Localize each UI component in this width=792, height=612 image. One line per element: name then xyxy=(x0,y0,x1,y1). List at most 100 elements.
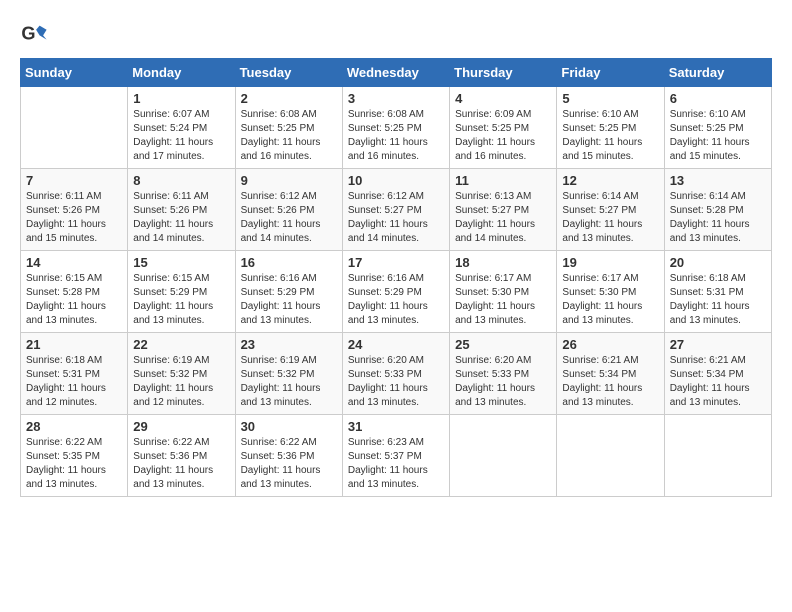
day-number: 19 xyxy=(562,255,658,270)
calendar-cell: 1 Sunrise: 6:07 AM Sunset: 5:24 PM Daylig… xyxy=(128,87,235,169)
day-info: Sunrise: 6:10 AM Sunset: 5:25 PM Dayligh… xyxy=(670,108,766,164)
day-info: Sunrise: 6:11 AM Sunset: 5:26 PM Dayligh… xyxy=(26,190,122,246)
calendar-cell: 7 Sunrise: 6:11 AM Sunset: 5:26 PM Daylig… xyxy=(21,169,128,251)
day-info: Sunrise: 6:08 AM Sunset: 5:25 PM Dayligh… xyxy=(348,108,444,164)
day-info: Sunrise: 6:16 AM Sunset: 5:29 PM Dayligh… xyxy=(241,272,337,328)
day-number: 15 xyxy=(133,255,229,270)
calendar-cell xyxy=(557,415,664,497)
calendar-cell: 10 Sunrise: 6:12 AM Sunset: 5:27 PM Dayli… xyxy=(342,169,449,251)
calendar-cell: 28 Sunrise: 6:22 AM Sunset: 5:35 PM Dayli… xyxy=(21,415,128,497)
weekday-header-wednesday: Wednesday xyxy=(342,59,449,87)
day-info: Sunrise: 6:07 AM Sunset: 5:24 PM Dayligh… xyxy=(133,108,229,164)
day-number: 21 xyxy=(26,337,122,352)
day-number: 20 xyxy=(670,255,766,270)
day-info: Sunrise: 6:22 AM Sunset: 5:36 PM Dayligh… xyxy=(241,436,337,492)
day-info: Sunrise: 6:20 AM Sunset: 5:33 PM Dayligh… xyxy=(455,354,551,410)
day-info: Sunrise: 6:19 AM Sunset: 5:32 PM Dayligh… xyxy=(241,354,337,410)
calendar-cell: 18 Sunrise: 6:17 AM Sunset: 5:30 PM Dayli… xyxy=(450,251,557,333)
calendar-cell: 5 Sunrise: 6:10 AM Sunset: 5:25 PM Daylig… xyxy=(557,87,664,169)
calendar-cell: 24 Sunrise: 6:20 AM Sunset: 5:33 PM Dayli… xyxy=(342,333,449,415)
day-number: 22 xyxy=(133,337,229,352)
calendar-cell: 17 Sunrise: 6:16 AM Sunset: 5:29 PM Dayli… xyxy=(342,251,449,333)
day-number: 12 xyxy=(562,173,658,188)
day-number: 2 xyxy=(241,91,337,106)
weekday-header-monday: Monday xyxy=(128,59,235,87)
day-info: Sunrise: 6:17 AM Sunset: 5:30 PM Dayligh… xyxy=(455,272,551,328)
calendar-cell: 4Sunrise: 6:09 AM Sunset: 5:25 PM Daylig… xyxy=(450,87,557,169)
calendar-cell: 23 Sunrise: 6:19 AM Sunset: 5:32 PM Dayli… xyxy=(235,333,342,415)
day-number: 13 xyxy=(670,173,766,188)
day-number: 31 xyxy=(348,419,444,434)
weekday-header-friday: Friday xyxy=(557,59,664,87)
calendar-cell: 19 Sunrise: 6:17 AM Sunset: 5:30 PM Dayli… xyxy=(557,251,664,333)
day-number: 26 xyxy=(562,337,658,352)
day-number: 9 xyxy=(241,173,337,188)
calendar-cell: 31 Sunrise: 6:23 AM Sunset: 5:37 PM Dayli… xyxy=(342,415,449,497)
day-number: 7 xyxy=(26,173,122,188)
logo: G xyxy=(20,20,52,48)
svg-text:G: G xyxy=(21,24,35,44)
day-info: Sunrise: 6:21 AM Sunset: 5:34 PM Dayligh… xyxy=(670,354,766,410)
calendar-cell: 11Sunrise: 6:13 AM Sunset: 5:27 PM Dayli… xyxy=(450,169,557,251)
calendar-cell: 29Sunrise: 6:22 AM Sunset: 5:36 PM Dayli… xyxy=(128,415,235,497)
logo-icon: G xyxy=(20,20,48,48)
calendar-week-3: 14Sunrise: 6:15 AM Sunset: 5:28 PM Dayli… xyxy=(21,251,772,333)
calendar-table: SundayMondayTuesdayWednesdayThursdayFrid… xyxy=(20,58,772,497)
day-number: 1 xyxy=(133,91,229,106)
calendar-cell: 3Sunrise: 6:08 AM Sunset: 5:25 PM Daylig… xyxy=(342,87,449,169)
day-number: 5 xyxy=(562,91,658,106)
calendar-cell: 27Sunrise: 6:21 AM Sunset: 5:34 PM Dayli… xyxy=(664,333,771,415)
day-info: Sunrise: 6:21 AM Sunset: 5:34 PM Dayligh… xyxy=(562,354,658,410)
day-number: 30 xyxy=(241,419,337,434)
day-info: Sunrise: 6:18 AM Sunset: 5:31 PM Dayligh… xyxy=(670,272,766,328)
day-info: Sunrise: 6:18 AM Sunset: 5:31 PM Dayligh… xyxy=(26,354,122,410)
calendar-cell: 30 Sunrise: 6:22 AM Sunset: 5:36 PM Dayli… xyxy=(235,415,342,497)
day-info: Sunrise: 6:19 AM Sunset: 5:32 PM Dayligh… xyxy=(133,354,229,410)
day-info: Sunrise: 6:15 AM Sunset: 5:29 PM Dayligh… xyxy=(133,272,229,328)
calendar-week-5: 28 Sunrise: 6:22 AM Sunset: 5:35 PM Dayli… xyxy=(21,415,772,497)
calendar-cell xyxy=(21,87,128,169)
day-info: Sunrise: 6:10 AM Sunset: 5:25 PM Dayligh… xyxy=(562,108,658,164)
day-number: 17 xyxy=(348,255,444,270)
day-info: Sunrise: 6:16 AM Sunset: 5:29 PM Dayligh… xyxy=(348,272,444,328)
calendar-cell: 25 Sunrise: 6:20 AM Sunset: 5:33 PM Dayli… xyxy=(450,333,557,415)
day-number: 23 xyxy=(241,337,337,352)
day-info: Sunrise: 6:08 AM Sunset: 5:25 PM Dayligh… xyxy=(241,108,337,164)
calendar-week-4: 21 Sunrise: 6:18 AM Sunset: 5:31 PM Dayli… xyxy=(21,333,772,415)
calendar-header-row: SundayMondayTuesdayWednesdayThursdayFrid… xyxy=(21,59,772,87)
day-number: 4 xyxy=(455,91,551,106)
day-number: 10 xyxy=(348,173,444,188)
page-header: G xyxy=(20,20,772,48)
day-number: 18 xyxy=(455,255,551,270)
day-info: Sunrise: 6:17 AM Sunset: 5:30 PM Dayligh… xyxy=(562,272,658,328)
day-number: 28 xyxy=(26,419,122,434)
day-info: Sunrise: 6:14 AM Sunset: 5:27 PM Dayligh… xyxy=(562,190,658,246)
day-info: Sunrise: 6:22 AM Sunset: 5:35 PM Dayligh… xyxy=(26,436,122,492)
weekday-header-thursday: Thursday xyxy=(450,59,557,87)
calendar-cell: 14Sunrise: 6:15 AM Sunset: 5:28 PM Dayli… xyxy=(21,251,128,333)
day-info: Sunrise: 6:12 AM Sunset: 5:26 PM Dayligh… xyxy=(241,190,337,246)
day-info: Sunrise: 6:22 AM Sunset: 5:36 PM Dayligh… xyxy=(133,436,229,492)
calendar-cell: 22 Sunrise: 6:19 AM Sunset: 5:32 PM Dayli… xyxy=(128,333,235,415)
calendar-cell: 12 Sunrise: 6:14 AM Sunset: 5:27 PM Dayli… xyxy=(557,169,664,251)
day-number: 25 xyxy=(455,337,551,352)
calendar-cell: 13 Sunrise: 6:14 AM Sunset: 5:28 PM Dayli… xyxy=(664,169,771,251)
calendar-cell: 9 Sunrise: 6:12 AM Sunset: 5:26 PM Daylig… xyxy=(235,169,342,251)
calendar-week-1: 1 Sunrise: 6:07 AM Sunset: 5:24 PM Daylig… xyxy=(21,87,772,169)
day-number: 24 xyxy=(348,337,444,352)
calendar-cell: 21 Sunrise: 6:18 AM Sunset: 5:31 PM Dayli… xyxy=(21,333,128,415)
weekday-header-sunday: Sunday xyxy=(21,59,128,87)
day-info: Sunrise: 6:20 AM Sunset: 5:33 PM Dayligh… xyxy=(348,354,444,410)
day-info: Sunrise: 6:12 AM Sunset: 5:27 PM Dayligh… xyxy=(348,190,444,246)
weekday-header-tuesday: Tuesday xyxy=(235,59,342,87)
calendar-cell xyxy=(450,415,557,497)
day-info: Sunrise: 6:23 AM Sunset: 5:37 PM Dayligh… xyxy=(348,436,444,492)
day-number: 8 xyxy=(133,173,229,188)
day-number: 16 xyxy=(241,255,337,270)
day-info: Sunrise: 6:15 AM Sunset: 5:28 PM Dayligh… xyxy=(26,272,122,328)
day-number: 11 xyxy=(455,173,551,188)
day-number: 6 xyxy=(670,91,766,106)
weekday-header-saturday: Saturday xyxy=(664,59,771,87)
calendar-cell xyxy=(664,415,771,497)
day-info: Sunrise: 6:14 AM Sunset: 5:28 PM Dayligh… xyxy=(670,190,766,246)
